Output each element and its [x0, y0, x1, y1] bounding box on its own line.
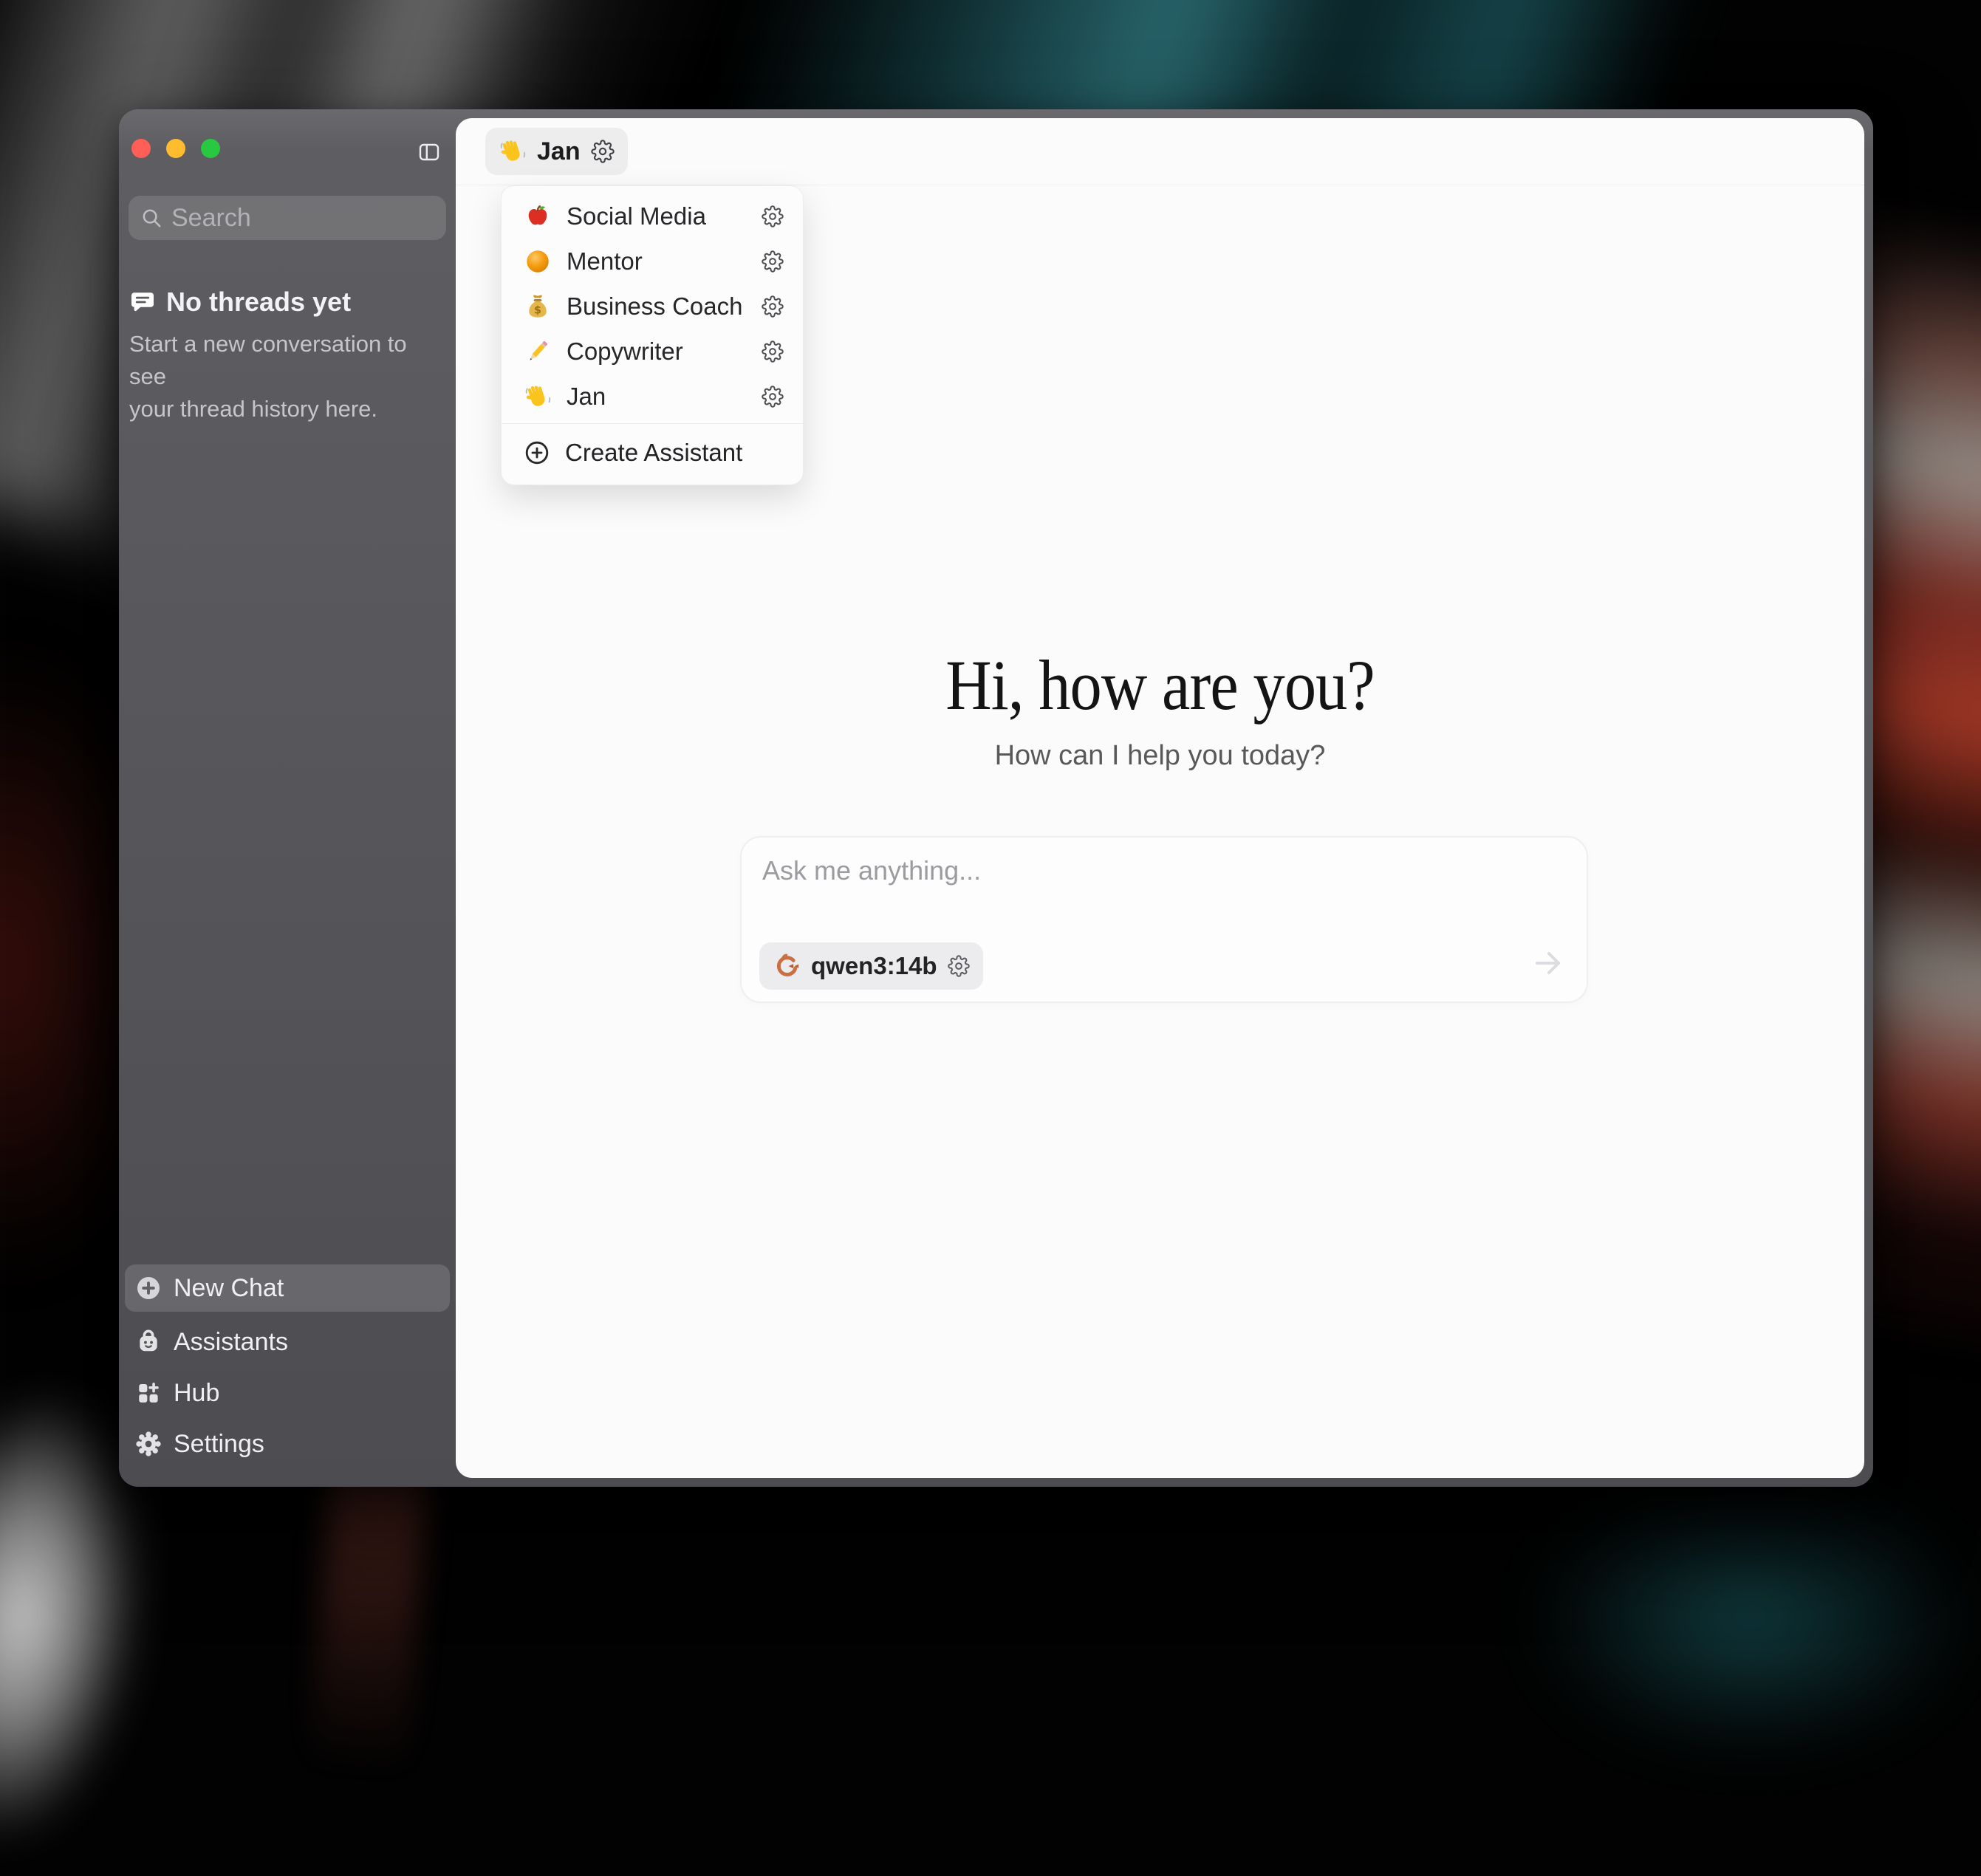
wallpaper-teal-glow: [1499, 1462, 1981, 1773]
gear-icon: [135, 1431, 162, 1457]
close-button[interactable]: [131, 139, 151, 158]
model-name: qwen3:14b: [811, 952, 937, 980]
gear-icon[interactable]: [762, 340, 784, 363]
sidebar-item-assistants[interactable]: Assistants: [125, 1318, 450, 1366]
empty-state-line1: Start a new conversation to see: [129, 328, 439, 393]
window-controls: [131, 139, 220, 158]
plus-circle-icon: [524, 439, 550, 466]
red-apple-icon: [524, 202, 552, 230]
main-header: [456, 118, 1864, 185]
sidebar-item-hub[interactable]: Hub: [125, 1369, 450, 1417]
sidebar: No threads yet Start a new conversation …: [119, 109, 456, 1487]
create-assistant-label: Create Assistant: [565, 439, 742, 467]
create-assistant-button[interactable]: Create Assistant: [502, 428, 803, 477]
orange-circle-icon: [524, 247, 552, 275]
composer-card: qwen3:14b: [740, 836, 1588, 1003]
hub-grid-icon: [135, 1380, 162, 1406]
sidebar-item-label: New Chat: [174, 1274, 284, 1303]
assistant-dropdown-menu: Social Media Mentor Business Coach Copyw…: [501, 185, 804, 485]
greeting-title: Hi, how are you?: [456, 644, 1864, 726]
sidebar-item-new-chat[interactable]: New Chat: [125, 1264, 450, 1312]
greeting-subtitle: How can I help you today?: [456, 740, 1864, 772]
assistant-selector-chip[interactable]: Jan: [485, 128, 628, 175]
search-box[interactable]: [129, 196, 446, 240]
menu-item-business-coach[interactable]: Business Coach: [502, 284, 803, 329]
waving-hand-icon: [524, 383, 552, 411]
menu-item-label: Business Coach: [567, 292, 747, 321]
menu-item-label: Copywriter: [567, 338, 747, 366]
send-button[interactable]: [1530, 945, 1566, 981]
gear-icon[interactable]: [762, 386, 784, 408]
menu-item-social-media[interactable]: Social Media: [502, 194, 803, 239]
sidebar-item-settings[interactable]: Settings: [125, 1420, 450, 1468]
active-assistant-name: Jan: [537, 137, 581, 166]
chat-bubble-icon: [129, 289, 156, 315]
menu-item-label: Jan: [567, 383, 747, 411]
search-icon: [140, 207, 162, 229]
pencil-icon: [524, 338, 552, 366]
menu-divider: [502, 423, 803, 424]
gear-icon[interactable]: [762, 295, 784, 318]
empty-state-line2: your thread history here.: [129, 393, 439, 425]
main-panel: Jan Social Media Mentor Business Coach: [456, 118, 1864, 1478]
empty-state-title: No threads yet: [166, 287, 351, 318]
arrow-right-icon: [1530, 945, 1566, 981]
menu-item-mentor[interactable]: Mentor: [502, 239, 803, 284]
gear-icon[interactable]: [591, 140, 615, 163]
wallpaper-red-streak-bottom: [304, 1445, 428, 1864]
waving-hand-icon: [499, 137, 527, 165]
assistant-icon: [135, 1329, 162, 1355]
gear-icon[interactable]: [762, 250, 784, 273]
app-window: No threads yet Start a new conversation …: [119, 109, 1873, 1487]
menu-item-jan[interactable]: Jan: [502, 374, 803, 419]
menu-item-copywriter[interactable]: Copywriter: [502, 329, 803, 374]
zoom-button[interactable]: [201, 139, 220, 158]
sidebar-toggle-icon[interactable]: [416, 140, 442, 164]
search-input[interactable]: [171, 204, 422, 233]
model-selector-chip[interactable]: qwen3:14b: [759, 942, 983, 990]
gear-icon[interactable]: [762, 205, 784, 227]
money-bag-icon: [524, 292, 552, 321]
model-provider-icon: [773, 952, 801, 980]
message-input[interactable]: [762, 855, 1545, 929]
empty-state-description: Start a new conversation to see your thr…: [129, 328, 439, 425]
menu-item-label: Social Media: [567, 202, 747, 230]
menu-item-label: Mentor: [567, 247, 747, 275]
empty-state-header: No threads yet: [129, 287, 351, 318]
sidebar-item-label: Assistants: [174, 1328, 288, 1357]
sidebar-item-label: Hub: [174, 1379, 219, 1408]
gear-icon[interactable]: [948, 955, 970, 977]
plus-circle-icon: [135, 1275, 162, 1301]
minimize-button[interactable]: [166, 139, 185, 158]
sidebar-item-label: Settings: [174, 1430, 264, 1459]
